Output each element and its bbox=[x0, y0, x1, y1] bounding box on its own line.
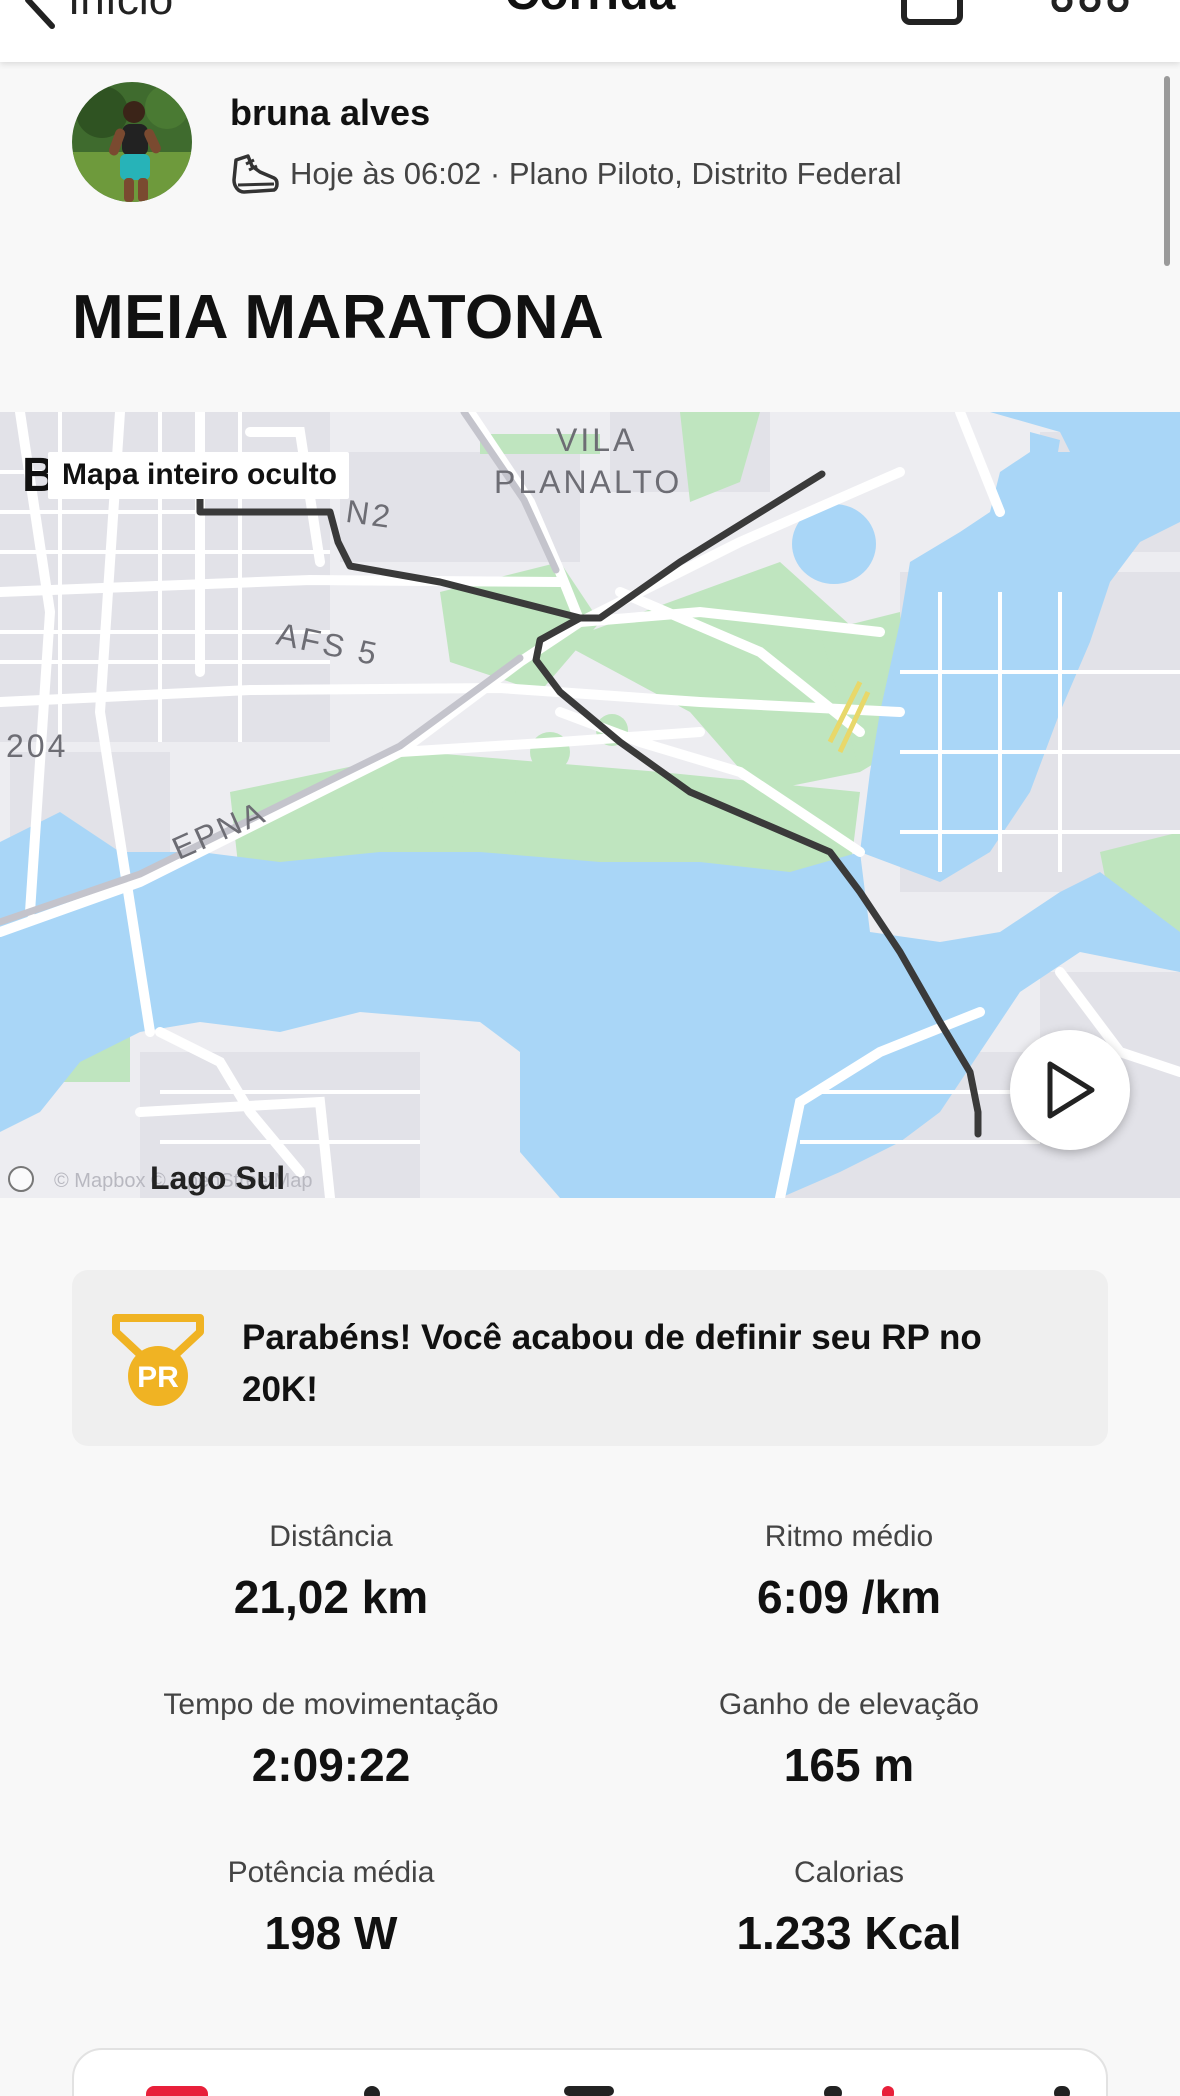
stat-moving-time: Tempo de movimentação 2:09:22 bbox=[72, 1688, 590, 1792]
stat-distance: Distância 21,02 km bbox=[72, 1520, 590, 1624]
dot-icon bbox=[364, 2086, 380, 2096]
map-label-n2: N2 bbox=[343, 492, 396, 536]
activity-meta: Hoje às 06:02 · Plano Piloto, Distrito F… bbox=[230, 152, 902, 196]
map-label-lago-sul: Lago Sul bbox=[150, 1160, 286, 1196]
achievement-card[interactable]: PR Parabéns! Você acabou de definir seu … bbox=[72, 1270, 1108, 1446]
stat-label: Potência média bbox=[227, 1856, 435, 1889]
stat-label: Ritmo médio bbox=[764, 1520, 934, 1553]
dot-icon bbox=[824, 2086, 842, 2096]
play-icon bbox=[1047, 1061, 1095, 1119]
more-options-button[interactable] bbox=[1050, 0, 1130, 17]
stat-elevation-gain: Ganho de elevação 165 m bbox=[590, 1688, 1108, 1792]
activity-title: MEIA MARATONA bbox=[72, 283, 605, 352]
red-dot-icon bbox=[882, 2086, 894, 2096]
route-map[interactable]: VILA PLANALTO N2 AFS 5 204 EPNA bbox=[0, 412, 1180, 1198]
more-icon bbox=[1051, 0, 1129, 13]
stat-value: 198 W bbox=[264, 1907, 398, 1959]
stat-value: 2:09:22 bbox=[251, 1739, 411, 1791]
share-button[interactable] bbox=[898, 0, 968, 33]
stat-label: Calorias bbox=[793, 1856, 905, 1889]
author-header: bruna alves Hoje às 06:02 · Plano Piloto… bbox=[72, 82, 902, 202]
scrollbar[interactable] bbox=[1164, 76, 1170, 266]
stat-average-pace: Ritmo médio 6:09 /km bbox=[590, 1520, 1108, 1624]
stat-value: 6:09 /km bbox=[756, 1571, 942, 1623]
dash-icon bbox=[564, 2086, 614, 2096]
pr-medal-icon: PR bbox=[110, 1310, 206, 1415]
achievement-message: Parabéns! Você acabou de definir seu RP … bbox=[242, 1318, 982, 1409]
stat-value: 21,02 km bbox=[233, 1571, 429, 1623]
map-label-204: 204 bbox=[6, 728, 69, 764]
top-navigation-bar: Início Corrida bbox=[0, 0, 1180, 62]
secondary-card[interactable] bbox=[72, 2048, 1108, 2096]
pr-badge-text: PR bbox=[137, 1361, 179, 1394]
map-graphic bbox=[0, 412, 1180, 1198]
map-label-planalto: PLANALTO bbox=[494, 464, 683, 500]
dot-icon bbox=[1054, 2086, 1070, 2096]
map-label-vila: VILA bbox=[556, 422, 638, 458]
stat-label: Distância bbox=[269, 1520, 393, 1553]
athlete-name[interactable]: bruna alves bbox=[230, 92, 902, 134]
activity-date-location: Hoje às 06:02 · Plano Piloto, Distrito F… bbox=[290, 156, 902, 191]
stat-label: Ganho de elevação bbox=[718, 1688, 980, 1721]
map-hidden-badge: Mapa inteiro oculto bbox=[48, 452, 350, 499]
stat-label: Tempo de movimentação bbox=[163, 1688, 499, 1721]
mapbox-logo-icon[interactable] bbox=[8, 1166, 34, 1192]
stat-value: 165 m bbox=[783, 1739, 915, 1791]
share-icon bbox=[901, 0, 963, 25]
stat-calories: Calorias 1.233 Kcal bbox=[590, 1856, 1108, 1960]
running-shoe-icon bbox=[232, 154, 279, 194]
play-flyover-button[interactable] bbox=[1010, 1030, 1130, 1150]
avatar[interactable] bbox=[72, 82, 192, 202]
stat-average-power: Potência média 198 W bbox=[72, 1856, 590, 1960]
page-title: Corrida bbox=[0, 0, 1180, 21]
stat-value: 1.233 Kcal bbox=[736, 1907, 962, 1959]
red-tag-icon bbox=[146, 2086, 208, 2096]
